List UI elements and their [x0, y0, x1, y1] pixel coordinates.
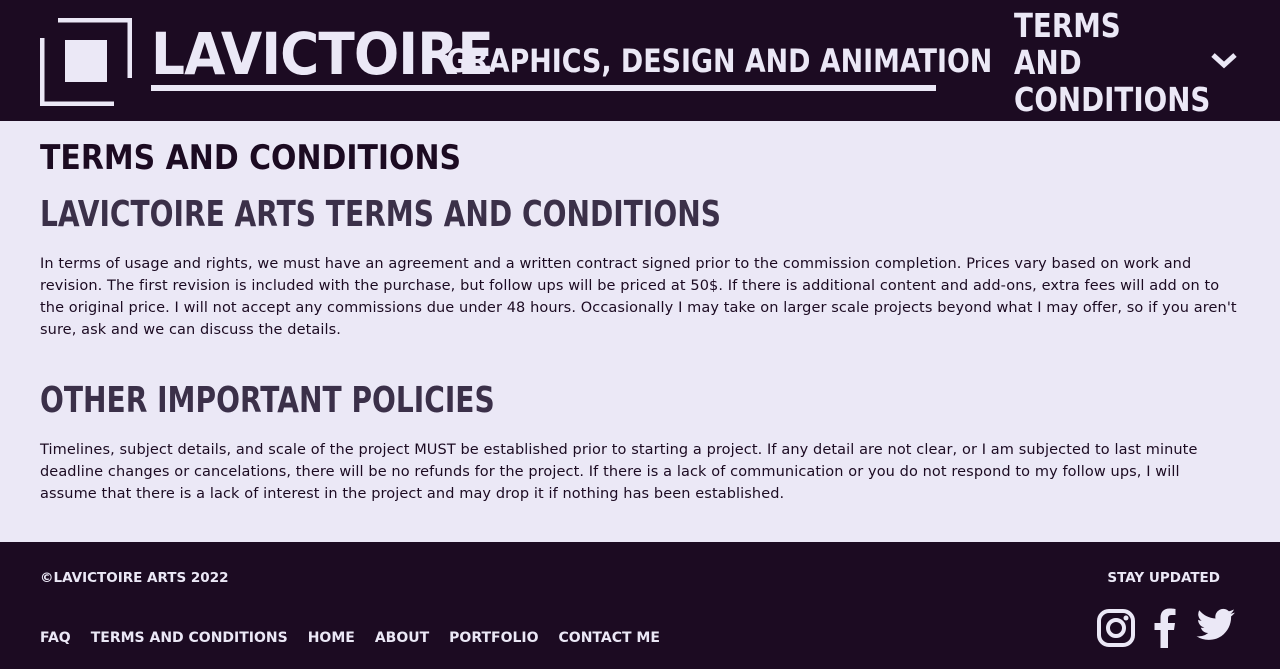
main-content: TERMS AND CONDITIONS LAVICTOIRE ARTS TER…: [40, 121, 1240, 542]
footer-link-faq[interactable]: FAQ: [40, 630, 71, 646]
brand-name: LAVICTOIRE: [151, 20, 494, 88]
logo-square-icon[interactable]: [40, 18, 132, 106]
footer-link-home[interactable]: HOME: [308, 630, 355, 646]
nav-dropdown[interactable]: TERMS AND CONDITIONS: [1014, 7, 1244, 118]
site-footer: ©LAVICTOIRE ARTS 2022 STAY UPDATED FAQ T…: [0, 542, 1280, 669]
page-title: TERMS AND CONDITIONS: [40, 138, 462, 178]
section-body: Timelines, subject details, and scale of…: [40, 442, 1198, 502]
footer-link-terms[interactable]: TERMS AND CONDITIONS: [91, 630, 288, 646]
footer-link-portfolio[interactable]: PORTFOLIO: [449, 630, 538, 646]
footer-link-about[interactable]: ABOUT: [375, 630, 429, 646]
footer-nav: FAQ TERMS AND CONDITIONS HOME ABOUT PORT…: [40, 630, 660, 646]
section-heading: LAVICTOIRE ARTS TERMS AND CONDITIONS: [40, 194, 721, 235]
chevron-down-icon[interactable]: [1210, 52, 1238, 70]
facebook-icon[interactable]: [1152, 608, 1178, 648]
site-header: LAVICTOIRE GRAPHICS, DESIGN AND ANIMATIO…: [0, 0, 1280, 121]
footer-link-contact[interactable]: CONTACT ME: [559, 630, 660, 646]
instagram-icon[interactable]: [1096, 608, 1136, 648]
section-heading: OTHER IMPORTANT POLICIES: [40, 380, 495, 421]
social-links: [1096, 608, 1236, 650]
section-body: In terms of usage and rights, we must ha…: [40, 256, 1237, 338]
brand-tagline: GRAPHICS, DESIGN AND ANIMATION: [446, 42, 993, 80]
stay-updated-label: STAY UPDATED: [1107, 570, 1220, 586]
brand-banner[interactable]: LAVICTOIRE GRAPHICS, DESIGN AND ANIMATIO…: [151, 20, 992, 91]
copyright-text: ©LAVICTOIRE ARTS 2022: [40, 570, 229, 586]
twitter-icon[interactable]: [1196, 608, 1236, 644]
nav-current-page: TERMS AND CONDITIONS: [1014, 5, 1211, 119]
